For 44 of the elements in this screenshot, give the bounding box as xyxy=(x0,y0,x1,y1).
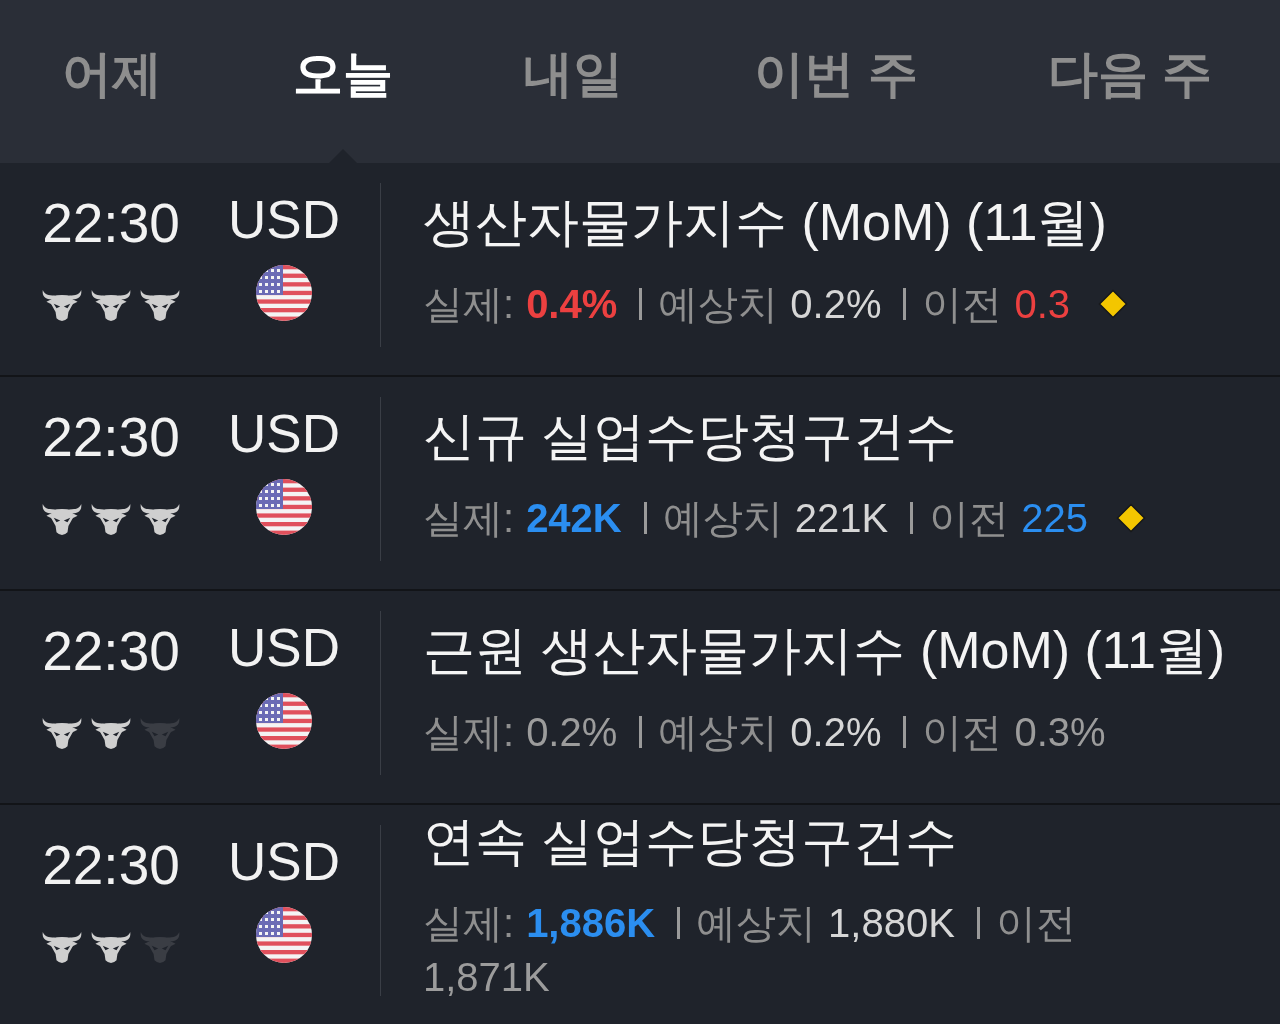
previous-value: 1,871K xyxy=(423,953,550,1001)
currency-code: USD xyxy=(228,403,340,465)
us-flag-icon xyxy=(256,479,312,535)
event-row[interactable]: 22:30 USD 생산자물가지수 (MoM) (11월) 실제: 0.4% 예상치 0.2% 이전 0.3 xyxy=(0,163,1280,377)
actual-label: 실제: xyxy=(423,281,515,328)
forecast-label: 예상치 xyxy=(658,709,779,756)
us-flag-icon xyxy=(256,693,312,749)
actual-value: 0.4% xyxy=(526,281,618,328)
currency-code: USD xyxy=(228,831,340,893)
event-time: 22:30 xyxy=(42,405,180,469)
previous-value: 0.3% xyxy=(1014,709,1106,756)
event-row[interactable]: 22:30 USD 연속 실업수당청구건수 실제: 1,886K 예상치 1,880K 이전 1,871K xyxy=(0,805,1280,1024)
event-title: 생산자물가지수 (MoM) (11월) xyxy=(423,192,1108,253)
us-flag-icon xyxy=(256,265,312,321)
forecast-label: 예상치 xyxy=(658,281,779,328)
previous-label: 이전 xyxy=(922,281,1003,328)
forecast-value: 0.2% xyxy=(790,709,882,756)
actual-value: 242K xyxy=(526,495,622,542)
previous-value: 0.3 xyxy=(1014,281,1071,328)
previous-label: 이전 xyxy=(995,899,1076,947)
previous-value: 225 xyxy=(1021,495,1088,542)
actual-label: 실제: xyxy=(423,495,515,542)
actual-value: 1,886K xyxy=(526,899,656,947)
actual-label: 실제: xyxy=(423,709,515,756)
event-time: 22:30 xyxy=(42,619,180,683)
forecast-value: 1,880K xyxy=(828,899,955,947)
currency-code: USD xyxy=(228,617,340,679)
actual-value: 0.2% xyxy=(526,709,618,756)
forecast-label: 예상치 xyxy=(696,899,817,947)
event-row[interactable]: 22:30 USD 근원 생산자물가지수 (MoM) (11월) 실제: 0.2% 예상치 0.2% 이전 0.3% xyxy=(0,591,1280,805)
forecast-value: 221K xyxy=(794,495,889,542)
forecast-value: 0.2% xyxy=(790,281,882,328)
event-title: 신규 실업수당청구건수 xyxy=(423,406,959,467)
actual-label: 실제: xyxy=(423,899,515,947)
event-time: 22:30 xyxy=(42,833,180,897)
event-time: 22:30 xyxy=(42,191,180,255)
event-title: 근원 생산자물가지수 (MoM) (11월) xyxy=(423,620,1227,681)
us-flag-icon xyxy=(256,907,312,963)
event-row[interactable]: 22:30 USD 신규 실업수당청구건수 실제: 242K 예상치 221K 이전 225 xyxy=(0,377,1280,591)
forecast-label: 예상치 xyxy=(662,495,783,542)
event-title: 연속 실업수당청구건수 xyxy=(423,810,959,872)
previous-label: 이전 xyxy=(922,709,1003,756)
previous-label: 이전 xyxy=(929,495,1010,542)
currency-code: USD xyxy=(228,189,340,251)
